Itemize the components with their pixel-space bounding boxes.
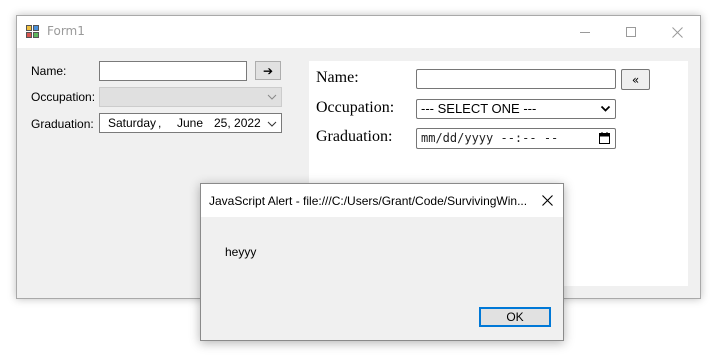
web-occupation-select[interactable]: --- SELECT ONE --- bbox=[416, 99, 616, 119]
web-graduation-label: Graduation: bbox=[316, 128, 393, 145]
close-icon bbox=[671, 26, 683, 38]
calendar-icon[interactable] bbox=[599, 132, 610, 144]
chevron-down-icon bbox=[600, 100, 611, 121]
alert-title-bar[interactable]: JavaScript Alert - file:///C:/Users/Gran… bbox=[201, 184, 563, 217]
javascript-alert-dialog: JavaScript Alert - file:///C:/Users/Gran… bbox=[200, 183, 564, 341]
close-icon bbox=[541, 195, 553, 206]
web-name-input[interactable] bbox=[416, 69, 616, 89]
web-occupation-label: Occupation: bbox=[316, 99, 395, 116]
chevron-down-icon bbox=[267, 88, 277, 113]
maximize-icon bbox=[626, 27, 636, 37]
minimize-icon bbox=[580, 31, 590, 33]
date-month: June bbox=[177, 116, 204, 130]
alert-message: heyyy bbox=[225, 245, 257, 259]
web-graduation-datetime-input[interactable]: mm/dd/yyyy --:-- -- bbox=[416, 128, 616, 149]
date-separator: , bbox=[158, 116, 162, 130]
close-button[interactable] bbox=[654, 16, 700, 48]
title-bar[interactable]: Form1 bbox=[17, 16, 700, 48]
date-day-year: 25, 2022 bbox=[214, 116, 261, 130]
name-label: Name: bbox=[31, 64, 67, 78]
maximize-button[interactable] bbox=[608, 16, 654, 48]
graduation-label: Graduation: bbox=[31, 117, 94, 131]
date-day: Saturday bbox=[108, 116, 157, 130]
graduation-datepicker[interactable]: Saturday , June 25, 2022 bbox=[99, 113, 282, 133]
occupation-combobox[interactable] bbox=[99, 87, 282, 107]
alert-title: JavaScript Alert - file:///C:/Users/Gran… bbox=[209, 194, 528, 208]
alert-close-button[interactable] bbox=[531, 184, 563, 217]
winforms-app-icon bbox=[26, 25, 40, 39]
send-arrow-button[interactable]: ➔ bbox=[255, 61, 281, 80]
web-name-label: Name: bbox=[316, 69, 359, 86]
web-graduation-placeholder: mm/dd/yyyy --:-- -- bbox=[421, 131, 559, 145]
web-back-button[interactable]: « bbox=[621, 69, 650, 90]
name-textbox[interactable] bbox=[99, 61, 247, 81]
chevron-down-icon bbox=[267, 115, 277, 136]
occupation-label: Occupation: bbox=[31, 90, 96, 104]
web-occupation-select-value: --- SELECT ONE --- bbox=[421, 101, 537, 116]
minimize-button[interactable] bbox=[562, 16, 608, 48]
window-title: Form1 bbox=[47, 24, 85, 38]
ok-button[interactable]: OK bbox=[479, 307, 551, 327]
